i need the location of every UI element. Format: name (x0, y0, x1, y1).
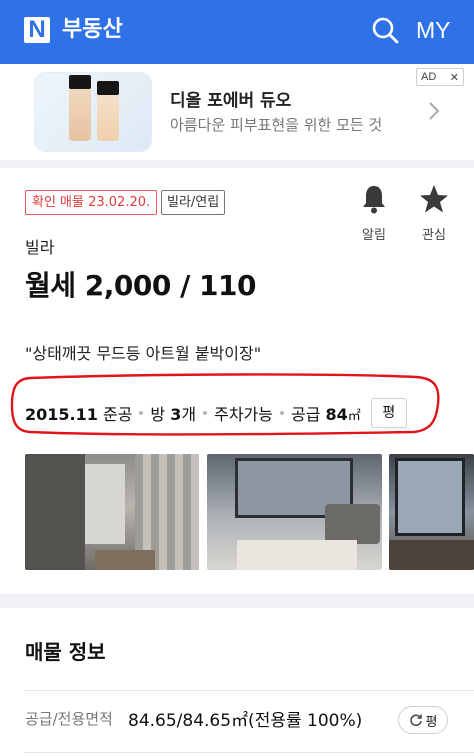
my-page-link[interactable]: MY (416, 14, 451, 46)
section-title-listing-info: 매물 정보 (25, 640, 106, 664)
section-divider (0, 160, 474, 168)
search-icon[interactable] (371, 16, 399, 44)
unit-toggle-button[interactable]: 평 (370, 398, 407, 428)
built-date: 2015.11 준공 (25, 405, 133, 424)
refresh-icon (409, 714, 422, 727)
area-label: 공급/전용면적 (25, 710, 113, 728)
property-type: 빌라 (25, 238, 55, 257)
ad-banner[interactable]: 디올 포에버 듀오 아름다운 피부표현을 위한 모든 것 AD ✕ (0, 64, 474, 160)
key-features: 2015.11 준공 방 3개 주차가능 공급 84㎡ 평 (25, 398, 407, 428)
ad-subtitle: 아름다운 피부표현을 위한 모든 것 (170, 116, 383, 134)
ad-product-image (34, 72, 152, 152)
brand-title[interactable]: 부동산 (62, 14, 123, 46)
divider-line (25, 752, 474, 753)
confirmed-listing-tag: 확인 매물 23.02.20. (25, 190, 158, 215)
separator-dot (279, 411, 284, 415)
chevron-right-icon[interactable] (428, 101, 440, 121)
listing-photo-3[interactable] (389, 454, 474, 570)
listing-price: 월세 2,000 / 110 (25, 269, 257, 302)
listing-photo-2[interactable] (207, 454, 382, 570)
supply-area: 공급 84㎡ (290, 405, 361, 424)
parking-info: 주차가능 (214, 405, 273, 424)
separator-dot (203, 411, 208, 415)
divider-line (25, 690, 474, 691)
alarm-button[interactable]: 알림 (352, 184, 396, 243)
section-divider (0, 594, 474, 608)
top-app-bar: N 부동산 MY (0, 0, 474, 64)
room-count: 방 3개 (150, 405, 197, 424)
naver-logo[interactable]: N (24, 17, 50, 43)
listing-photo-1[interactable] (25, 454, 199, 570)
area-value: 84.65/84.65㎡(전용률 100%) (128, 711, 363, 731)
star-icon (420, 185, 448, 213)
pyeong-toggle-label: 평 (425, 714, 438, 730)
separator-dot (139, 411, 144, 415)
favorite-button[interactable]: 관심 (412, 184, 456, 243)
property-type-tag: 빌라/연립 (161, 190, 226, 215)
ad-label: AD (421, 71, 437, 83)
alarm-label: 알림 (362, 228, 386, 243)
bell-icon (363, 186, 385, 214)
pyeong-toggle-button[interactable]: 평 (398, 706, 448, 734)
ad-title: 디올 포에버 듀오 (170, 91, 292, 111)
listing-description: "상태깨끗 무드등 아트월 붙박이장" (25, 344, 262, 363)
favorite-label: 관심 (422, 228, 446, 243)
close-icon[interactable]: ✕ (450, 71, 459, 84)
ad-badge[interactable]: AD ✕ (416, 68, 464, 86)
